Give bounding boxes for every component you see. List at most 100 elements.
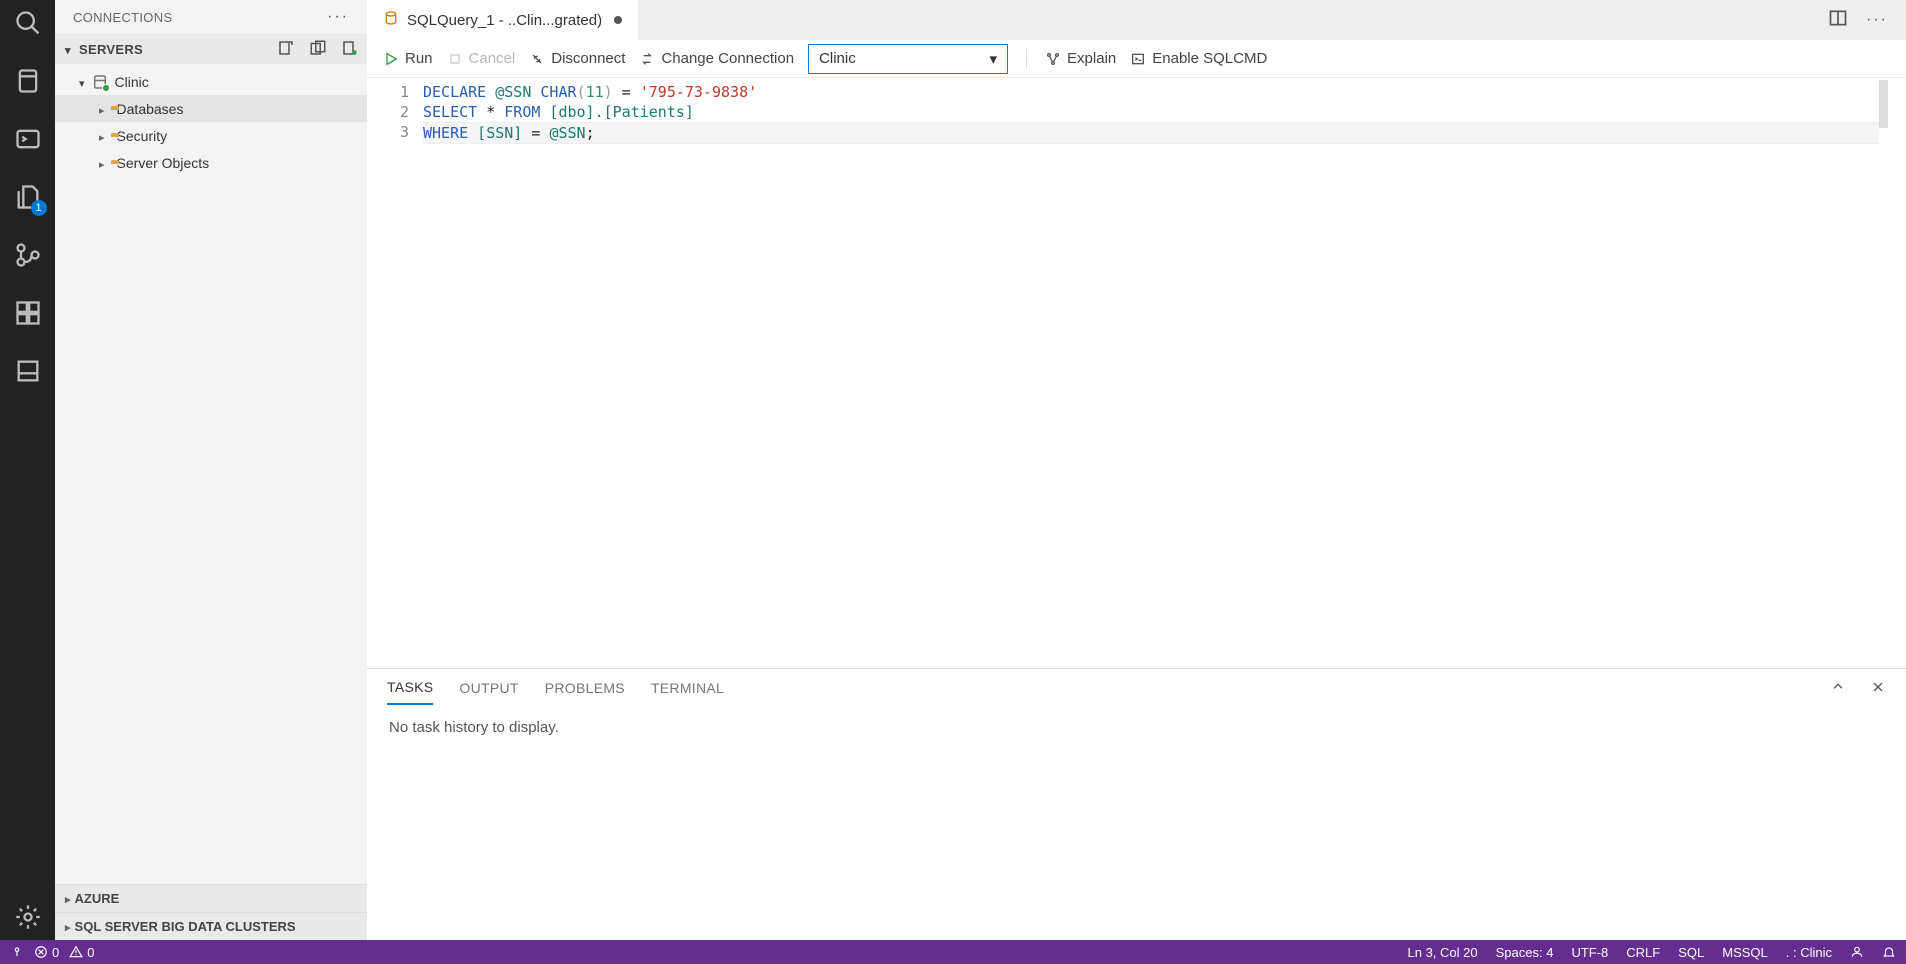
- disconnect-label: Disconnect: [551, 50, 625, 67]
- disconnect-icon: [529, 51, 545, 67]
- panel-close-icon[interactable]: [1870, 679, 1886, 698]
- status-cursor-position[interactable]: Ln 3, Col 20: [1408, 945, 1478, 960]
- new-connection-icon[interactable]: [277, 39, 295, 60]
- terminal-icon[interactable]: [13, 124, 43, 154]
- explain-icon: [1045, 51, 1061, 67]
- status-bar: 0 0 Ln 3, Col 20 Spaces: 4 UTF-8 CRLF SQ…: [0, 940, 1906, 964]
- chevron-down-icon: ▾: [990, 50, 998, 68]
- feedback-icon[interactable]: [1850, 945, 1864, 959]
- servers-section-title: SERVERS: [79, 42, 277, 57]
- status-errors[interactable]: 0: [34, 945, 59, 960]
- tree-item-label: Security: [117, 128, 168, 144]
- status-connection[interactable]: . : Clinic: [1786, 945, 1832, 960]
- run-button[interactable]: Run: [383, 50, 433, 67]
- bigdata-section-header[interactable]: SQL SERVER BIG DATA CLUSTERS: [55, 912, 367, 940]
- notebook-icon[interactable]: [13, 66, 43, 96]
- disconnect-button[interactable]: Disconnect: [529, 50, 625, 67]
- code-lines[interactable]: DECLARE @SSN CHAR(11) = '795-73-9838' SE…: [423, 78, 1879, 668]
- explain-button[interactable]: Explain: [1045, 50, 1116, 67]
- enable-sqlcmd-label: Enable SQLCMD: [1152, 50, 1267, 67]
- split-editor-icon[interactable]: [1828, 8, 1848, 33]
- status-host-icon[interactable]: [10, 945, 24, 959]
- status-errors-count: 0: [52, 945, 59, 960]
- chevron-down-icon: [79, 74, 85, 90]
- chevron-right-icon: [99, 128, 105, 144]
- change-connection-button[interactable]: Change Connection: [639, 50, 794, 67]
- editor-area: SQLQuery_1 - ..Clin...grated) ··· Run Ca…: [367, 0, 1906, 940]
- minimap[interactable]: [1879, 80, 1888, 128]
- editor-more-icon[interactable]: ···: [1866, 11, 1888, 29]
- database-icon: [383, 10, 399, 30]
- status-provider[interactable]: MSSQL: [1722, 945, 1768, 960]
- query-toolbar: Run Cancel Disconnect Change Connection …: [367, 40, 1906, 78]
- azure-section-header[interactable]: AZURE: [55, 884, 367, 912]
- tree-item-label: Server Objects: [117, 155, 210, 171]
- explain-label: Explain: [1067, 50, 1116, 67]
- chevron-right-icon: [99, 101, 105, 117]
- code-line[interactable]: SELECT * FROM [dbo].[Patients]: [423, 102, 1879, 122]
- panel-tab-tasks[interactable]: TASKS: [387, 671, 433, 705]
- bigdata-section-title: SQL SERVER BIG DATA CLUSTERS: [75, 919, 296, 934]
- panel-tab-problems[interactable]: PROBLEMS: [545, 672, 625, 704]
- panel-tab-output[interactable]: OUTPUT: [459, 672, 518, 704]
- unsaved-dot-icon: [614, 16, 622, 24]
- status-warnings[interactable]: 0: [69, 945, 94, 960]
- tree-item-security[interactable]: Security: [55, 122, 367, 149]
- settings-gear-icon[interactable]: [13, 902, 43, 932]
- editor-tabbar: SQLQuery_1 - ..Clin...grated) ···: [367, 0, 1906, 40]
- explorer-icon[interactable]: 1: [13, 182, 43, 212]
- status-warnings-count: 0: [87, 945, 94, 960]
- swap-icon: [639, 51, 655, 67]
- tree-item-label: Databases: [117, 101, 184, 117]
- connections-panel: CONNECTIONS ··· SERVERS Clinic: [55, 0, 367, 940]
- line-number: 1: [367, 82, 409, 102]
- toolbar-divider: [1026, 49, 1027, 69]
- panel-title: CONNECTIONS: [73, 10, 327, 25]
- notifications-icon[interactable]: [1882, 945, 1896, 959]
- chevron-down-icon: [65, 42, 79, 57]
- line-number: 3: [367, 122, 409, 142]
- tree-item-databases[interactable]: Databases: [55, 95, 367, 122]
- sql-editor[interactable]: 1 2 3 DECLARE @SSN CHAR(11) = '795-73-98…: [367, 78, 1906, 668]
- chevron-right-icon: [65, 891, 71, 906]
- chevron-right-icon: [65, 919, 71, 934]
- status-eol[interactable]: CRLF: [1626, 945, 1660, 960]
- connection-select[interactable]: Clinic ▾: [808, 44, 1008, 74]
- panel-icon[interactable]: [13, 356, 43, 386]
- line-gutter: 1 2 3: [367, 78, 423, 668]
- servers-section-header[interactable]: SERVERS: [55, 34, 367, 64]
- bottom-panel: TASKS OUTPUT PROBLEMS TERMINAL No task h…: [367, 668, 1906, 940]
- server-label: Clinic: [115, 74, 149, 90]
- new-group-icon[interactable]: [309, 39, 327, 60]
- bottom-panel-tabs: TASKS OUTPUT PROBLEMS TERMINAL: [367, 669, 1906, 707]
- cancel-label: Cancel: [469, 50, 516, 67]
- play-icon: [383, 51, 399, 67]
- status-language[interactable]: SQL: [1678, 945, 1704, 960]
- explorer-badge: 1: [31, 200, 47, 216]
- panel-maximize-icon[interactable]: [1830, 679, 1846, 698]
- code-line[interactable]: DECLARE @SSN CHAR(11) = '795-73-9838': [423, 82, 1879, 102]
- tree-item-server-objects[interactable]: Server Objects: [55, 149, 367, 176]
- tab-title: SQLQuery_1 - ..Clin...grated): [407, 12, 602, 29]
- server-node-clinic[interactable]: Clinic: [55, 68, 367, 95]
- server-action-icon[interactable]: [341, 39, 359, 60]
- search-icon[interactable]: [13, 8, 43, 38]
- azure-section-title: AZURE: [75, 891, 120, 906]
- stop-icon: [447, 51, 463, 67]
- enable-sqlcmd-button[interactable]: Enable SQLCMD: [1130, 50, 1267, 67]
- server-icon: [91, 73, 109, 91]
- extensions-icon[interactable]: [13, 298, 43, 328]
- chevron-right-icon: [99, 155, 105, 171]
- line-number: 2: [367, 102, 409, 122]
- status-encoding[interactable]: UTF-8: [1571, 945, 1608, 960]
- editor-tab[interactable]: SQLQuery_1 - ..Clin...grated): [367, 0, 639, 40]
- panel-tab-terminal[interactable]: TERMINAL: [651, 672, 724, 704]
- cancel-button: Cancel: [447, 50, 516, 67]
- code-line[interactable]: WHERE [SSN] = @SSN;: [423, 122, 1879, 144]
- run-label: Run: [405, 50, 433, 67]
- panel-more-icon[interactable]: ···: [327, 8, 349, 26]
- status-indentation[interactable]: Spaces: 4: [1496, 945, 1554, 960]
- source-control-icon[interactable]: [13, 240, 43, 270]
- activity-bar: 1: [0, 0, 55, 940]
- servers-tree: Clinic Databases Security Server Objects: [55, 64, 367, 176]
